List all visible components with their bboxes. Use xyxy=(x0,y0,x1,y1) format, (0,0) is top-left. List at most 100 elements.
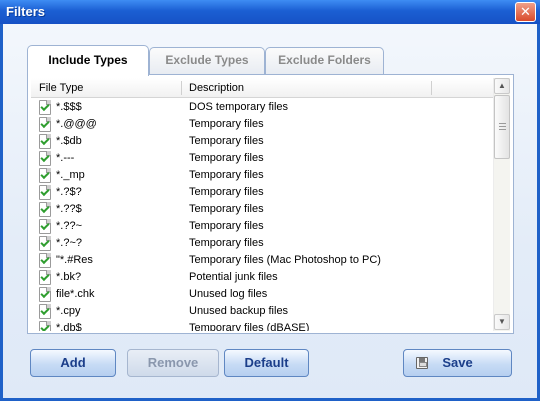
description-cell: Temporary files xyxy=(189,186,264,198)
list-item[interactable]: *.bk? Potential junk files xyxy=(31,269,493,286)
list-item[interactable]: *.--- Temporary files xyxy=(31,150,493,167)
list-item[interactable]: *.$db Temporary files xyxy=(31,133,493,150)
list-item[interactable]: *.?$? Temporary files xyxy=(31,184,493,201)
grip-line xyxy=(499,126,506,127)
description-cell: Temporary files xyxy=(189,220,264,232)
description-cell: DOS temporary files xyxy=(189,101,289,113)
list-item[interactable]: *.??$ Temporary files xyxy=(31,201,493,218)
file-checked-icon xyxy=(39,134,51,149)
close-icon: ✕ xyxy=(520,4,531,19)
list-item[interactable]: "*.#Res Temporary files (Mac Photoshop to… xyxy=(31,252,493,269)
description-cell: Temporary files xyxy=(189,135,264,147)
file-type-cell: file*.chk xyxy=(56,288,95,300)
vertical-scrollbar[interactable]: ▲ ▼ xyxy=(493,78,510,331)
file-type-cell: *.??$ xyxy=(56,203,82,215)
file-type-cell: "*.#Res xyxy=(56,254,93,266)
checkmark-icon xyxy=(40,288,50,299)
file-checked-icon xyxy=(39,253,51,268)
checkmark-icon xyxy=(40,169,50,180)
scroll-up-button[interactable]: ▲ xyxy=(494,78,510,94)
file-checked-icon xyxy=(39,168,51,183)
file-type-cell: *.bk? xyxy=(56,271,82,283)
file-checked-icon xyxy=(39,117,51,132)
file-type-list[interactable]: *.$$$ DOS temporary files *.@@@ Temporary f… xyxy=(31,99,493,331)
checkmark-icon xyxy=(40,220,50,231)
dialog-body: Include Types Exclude Types Exclude Fold… xyxy=(3,24,537,398)
tab-include-types[interactable]: Include Types xyxy=(27,45,149,76)
file-checked-icon xyxy=(39,151,51,166)
file-checked-icon xyxy=(39,219,51,234)
checkmark-icon xyxy=(40,118,50,129)
file-type-cell: *.db$ xyxy=(56,322,82,331)
file-type-cell: *.?$? xyxy=(56,186,82,198)
checkmark-icon xyxy=(40,322,50,331)
description-cell: Temporary files (Mac Photoshop to PC) xyxy=(189,254,381,266)
file-checked-icon xyxy=(39,287,51,302)
file-type-cell: *.??~ xyxy=(56,220,82,232)
file-type-cell: *.?~? xyxy=(56,237,82,249)
default-button[interactable]: Default xyxy=(224,349,309,377)
checkmark-icon xyxy=(40,271,50,282)
list-item[interactable]: *.$$$ DOS temporary files xyxy=(31,99,493,116)
file-checked-icon xyxy=(39,202,51,217)
checkmark-icon xyxy=(40,101,50,112)
file-type-cell: *.cpy xyxy=(56,305,81,317)
tab-exclude-types[interactable]: Exclude Types xyxy=(149,47,265,74)
checkmark-icon xyxy=(40,203,50,214)
add-button-label: Add xyxy=(60,355,86,370)
file-checked-icon xyxy=(39,304,51,319)
arrow-up-icon: ▲ xyxy=(498,81,506,90)
column-header-description[interactable]: Description xyxy=(189,82,244,94)
window-title: Filters xyxy=(6,4,46,19)
scroll-down-button[interactable]: ▼ xyxy=(494,314,510,330)
title-bar[interactable]: Filters ✕ xyxy=(0,0,540,24)
tab-exclude-folders[interactable]: Exclude Folders xyxy=(265,47,384,74)
column-separator[interactable] xyxy=(431,81,432,95)
tab-panel: File Type Description *.$$$ DOS temporary… xyxy=(27,74,514,334)
description-cell: Potential junk files xyxy=(189,271,278,283)
checkmark-icon xyxy=(40,152,50,163)
filters-window: Filters ✕ Include Types Exclude Types Ex… xyxy=(0,0,540,401)
list-item[interactable]: *._mp Temporary files xyxy=(31,167,493,184)
save-button-label: Save xyxy=(442,355,473,370)
list-item[interactable]: *.cpy Unused backup files xyxy=(31,303,493,320)
arrow-down-icon: ▼ xyxy=(498,317,506,326)
checkmark-icon xyxy=(40,135,50,146)
file-checked-icon xyxy=(39,270,51,285)
list-item[interactable]: *.?~? Temporary files xyxy=(31,235,493,252)
grip-line xyxy=(499,123,506,124)
file-checked-icon xyxy=(39,185,51,200)
description-cell: Temporary files xyxy=(189,169,264,181)
file-checked-icon xyxy=(39,100,51,115)
column-header-file-type[interactable]: File Type xyxy=(39,82,83,94)
default-button-label: Default xyxy=(244,355,289,370)
checkmark-icon xyxy=(40,305,50,316)
list-item[interactable]: *.db$ Temporary files (dBASE) xyxy=(31,320,493,331)
file-checked-icon xyxy=(39,236,51,251)
tab-label: Exclude Types xyxy=(165,53,249,67)
remove-button-label: Remove xyxy=(147,355,199,370)
scroll-thumb[interactable] xyxy=(494,95,510,159)
description-cell: Temporary files xyxy=(189,237,264,249)
save-button[interactable]: Save xyxy=(403,349,512,377)
file-type-cell: *.$db xyxy=(56,135,82,147)
list-item[interactable]: *.@@@ Temporary files xyxy=(31,116,493,133)
add-button[interactable]: Add xyxy=(30,349,116,377)
file-type-cell: *.$$$ xyxy=(56,101,82,113)
floppy-disk-icon xyxy=(416,357,428,369)
checkmark-icon xyxy=(40,237,50,248)
description-cell: Temporary files xyxy=(189,152,264,164)
checkmark-icon xyxy=(40,186,50,197)
remove-button: Remove xyxy=(127,349,219,377)
list-item[interactable]: file*.chk Unused log files xyxy=(31,286,493,303)
description-cell: Unused backup files xyxy=(189,305,289,317)
file-checked-icon xyxy=(39,321,51,331)
description-cell: Temporary files (dBASE) xyxy=(189,322,310,331)
column-separator[interactable] xyxy=(181,81,182,95)
list-item[interactable]: *.??~ Temporary files xyxy=(31,218,493,235)
tab-label: Include Types xyxy=(48,53,128,67)
list-header: File Type Description xyxy=(31,78,493,98)
close-button[interactable]: ✕ xyxy=(515,2,536,22)
description-cell: Temporary files xyxy=(189,203,264,215)
description-cell: Temporary files xyxy=(189,118,264,130)
